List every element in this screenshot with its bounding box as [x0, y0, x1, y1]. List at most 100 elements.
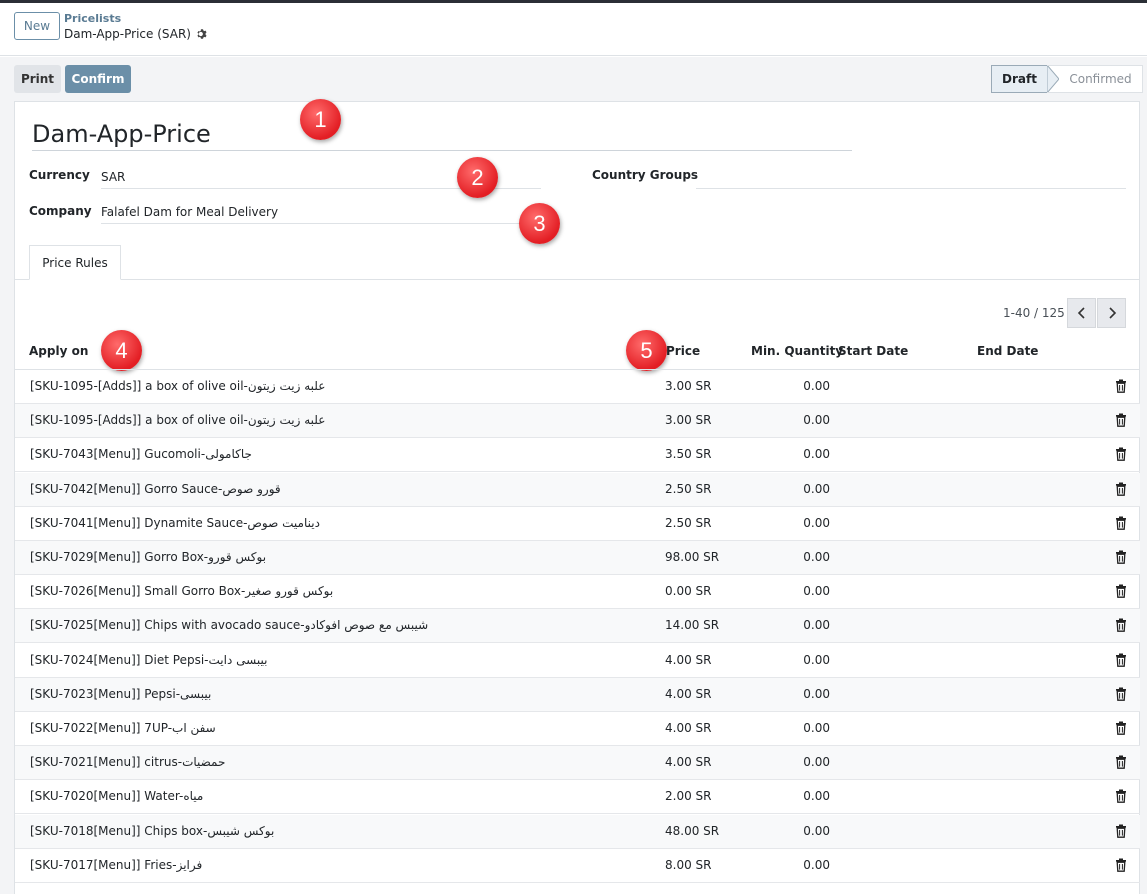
trash-icon[interactable] — [1115, 789, 1127, 803]
column-header-end-date[interactable]: End Date — [977, 344, 1038, 358]
cell-apply-on[interactable]: [SKU-7021[Menu]] citrus-حمضيات — [30, 755, 225, 769]
cell-price[interactable]: 4.00 SR — [665, 653, 712, 667]
status-confirmed[interactable]: Confirmed — [1059, 65, 1143, 93]
cell-min-quantity[interactable]: 0.00 — [803, 413, 830, 427]
confirm-button[interactable]: Confirm — [65, 65, 131, 93]
cell-price[interactable]: 3.00 SR — [665, 413, 712, 427]
gear-icon[interactable] — [196, 28, 208, 40]
cell-min-quantity[interactable]: 0.00 — [803, 653, 830, 667]
trash-icon[interactable] — [1115, 447, 1127, 461]
cell-price[interactable]: 48.00 SR — [665, 824, 719, 838]
cell-price[interactable]: 3.00 SR — [665, 379, 712, 393]
table-row[interactable]: [SKU-1095-[Adds]] a box of olive oil-علب… — [15, 370, 1140, 404]
cell-min-quantity[interactable]: 0.00 — [803, 755, 830, 769]
tab-divider — [15, 279, 1140, 280]
trash-icon[interactable] — [1115, 618, 1127, 632]
cell-min-quantity[interactable]: 0.00 — [803, 550, 830, 564]
table-row[interactable]: [SKU-7021[Menu]] citrus-حمضيات 4.00 SR 0.0… — [15, 746, 1140, 780]
cell-apply-on[interactable]: [SKU-7017[Menu]] Fries-فرايز — [30, 858, 202, 872]
annotation-badge-4: 4 — [101, 330, 142, 371]
cell-min-quantity[interactable]: 0.00 — [803, 824, 830, 838]
cell-price[interactable]: 2.50 SR — [665, 482, 712, 496]
pricelist-name-field[interactable]: Dam-App-Price — [32, 120, 852, 151]
cell-price[interactable]: 3.50 SR — [665, 447, 712, 461]
cell-apply-on[interactable]: [SKU-7020[Menu]] Water-مياه — [30, 789, 203, 803]
trash-icon[interactable] — [1115, 755, 1127, 769]
table-row[interactable]: [SKU-7029[Menu]] Gorro Box-بوكس قورو 98.0… — [15, 541, 1140, 575]
cell-apply-on[interactable]: [SKU-7023[Menu]] Pepsi-بيبسى — [30, 687, 211, 701]
cell-apply-on[interactable]: [SKU-7029[Menu]] Gorro Box-بوكس قورو — [30, 550, 266, 564]
trash-icon[interactable] — [1115, 824, 1127, 838]
table-row[interactable]: [SKU-7026[Menu]] Small Gorro Box-بوكس قو… — [15, 575, 1140, 609]
cell-min-quantity[interactable]: 0.00 — [803, 447, 830, 461]
trash-icon[interactable] — [1115, 550, 1127, 564]
tab-price-rules[interactable]: Price Rules — [29, 245, 121, 280]
table-row[interactable]: [SKU-7018[Menu]] Chips box-بوكس شيبس 48.0… — [15, 815, 1140, 849]
trash-icon[interactable] — [1115, 413, 1127, 427]
status-draft[interactable]: Draft — [991, 65, 1047, 93]
breadcrumb-current-label: Dam-App-Price (SAR) — [64, 27, 191, 41]
column-header-price[interactable]: Price — [666, 344, 700, 358]
trash-icon[interactable] — [1115, 858, 1127, 872]
cell-min-quantity[interactable]: 0.00 — [803, 721, 830, 735]
cell-apply-on[interactable]: [SKU-7018[Menu]] Chips box-بوكس شيبس — [30, 824, 274, 838]
cell-apply-on[interactable]: [SKU-7024[Menu]] Diet Pepsi-بيبسى دايت — [30, 653, 267, 667]
cell-price[interactable]: 14.00 SR — [665, 618, 719, 632]
country-groups-field[interactable] — [696, 170, 1126, 189]
print-button[interactable]: Print — [14, 65, 61, 93]
cell-price[interactable]: 8.00 SR — [665, 858, 712, 872]
cell-apply-on[interactable]: [SKU-7043[Menu]] Gucomoli-جاكامولى — [30, 447, 252, 461]
cell-apply-on[interactable]: [SKU-1095-[Adds]] a box of olive oil-علب… — [30, 413, 325, 427]
table-row[interactable]: [SKU-7024[Menu]] Diet Pepsi-بيبسى دايت 4.… — [15, 644, 1140, 678]
table-row[interactable]: [SKU-7017[Menu]] Fries-فرايز 8.00 SR 0.00 — [15, 849, 1140, 883]
table-row[interactable]: [SKU-7043[Menu]] Gucomoli-جاكامولى 3.50 S… — [15, 438, 1140, 472]
cell-min-quantity[interactable]: 0.00 — [803, 584, 830, 598]
pager-next-button[interactable] — [1097, 298, 1126, 328]
cell-min-quantity[interactable]: 0.00 — [803, 379, 830, 393]
table-row[interactable]: [SKU-7025[Menu]] Chips with avocado sauc… — [15, 609, 1140, 643]
breadcrumb-parent-link[interactable]: Pricelists — [64, 12, 121, 25]
cell-price[interactable]: 98.00 SR — [665, 550, 719, 564]
table-row[interactable]: [SKU-7020[Menu]] Water-مياه 2.00 SR 0.00 — [15, 780, 1140, 814]
cell-min-quantity[interactable]: 0.00 — [803, 858, 830, 872]
annotation-badge-2: 2 — [457, 157, 498, 198]
cell-apply-on[interactable]: [SKU-7026[Menu]] Small Gorro Box-بوكس قو… — [30, 584, 333, 598]
cell-apply-on[interactable]: [SKU-1095-[Adds]] a box of olive oil-علب… — [30, 379, 325, 393]
new-button[interactable]: New — [14, 12, 60, 40]
column-header-apply-on[interactable]: Apply on — [29, 344, 88, 358]
trash-icon[interactable] — [1115, 516, 1127, 530]
table-row[interactable]: [SKU-7022[Menu]] 7UP-سفن اب 4.00 SR 0.00 — [15, 712, 1140, 746]
cell-apply-on[interactable]: [SKU-7025[Menu]] Chips with avocado sauc… — [30, 618, 428, 632]
cell-price[interactable]: 4.00 SR — [665, 687, 712, 701]
company-label: Company — [29, 204, 92, 218]
trash-icon[interactable] — [1115, 687, 1127, 701]
trash-icon[interactable] — [1115, 584, 1127, 598]
table-row[interactable]: [SKU-7023[Menu]] Pepsi-بيبسى 4.00 SR 0.00 — [15, 678, 1140, 712]
pager-value[interactable]: 1-40 / 125 — [1003, 306, 1065, 320]
table-row[interactable]: [SKU-1095-[Adds]] a box of olive oil-علب… — [15, 404, 1140, 438]
table-row[interactable]: [SKU-7042[Menu]] Gorro Sauce-قورو صوص 2.5… — [15, 473, 1140, 507]
cell-price[interactable]: 2.00 SR — [665, 789, 712, 803]
cell-apply-on[interactable]: [SKU-7022[Menu]] 7UP-سفن اب — [30, 721, 216, 735]
cell-price[interactable]: 4.00 SR — [665, 721, 712, 735]
trash-icon[interactable] — [1115, 653, 1127, 667]
trash-icon[interactable] — [1115, 482, 1127, 496]
trash-icon[interactable] — [1115, 721, 1127, 735]
cell-price[interactable]: 0.00 SR — [665, 584, 712, 598]
cell-price[interactable]: 2.50 SR — [665, 516, 712, 530]
cell-apply-on[interactable]: [SKU-7041[Menu]] Dynamite Sauce-ديناميت … — [30, 516, 320, 530]
cell-price[interactable]: 4.00 SR — [665, 755, 712, 769]
company-field[interactable]: Falafel Dam for Meal Delivery — [101, 205, 541, 224]
cell-min-quantity[interactable]: 0.00 — [803, 618, 830, 632]
cell-min-quantity[interactable]: 0.00 — [803, 516, 830, 530]
pager-previous-button[interactable] — [1067, 298, 1096, 328]
table-row[interactable]: [SKU-7041[Menu]] Dynamite Sauce-ديناميت … — [15, 507, 1140, 541]
cell-min-quantity[interactable]: 0.00 — [803, 482, 830, 496]
cell-min-quantity[interactable]: 0.00 — [803, 789, 830, 803]
cell-apply-on[interactable]: [SKU-7042[Menu]] Gorro Sauce-قورو صوص — [30, 482, 281, 496]
column-header-start-date[interactable]: Start Date — [838, 344, 908, 358]
cell-min-quantity[interactable]: 0.00 — [803, 687, 830, 701]
column-header-min-quantity[interactable]: Min. Quantity — [751, 344, 843, 358]
annotation-badge-1: 1 — [300, 99, 341, 140]
trash-icon[interactable] — [1115, 379, 1127, 393]
